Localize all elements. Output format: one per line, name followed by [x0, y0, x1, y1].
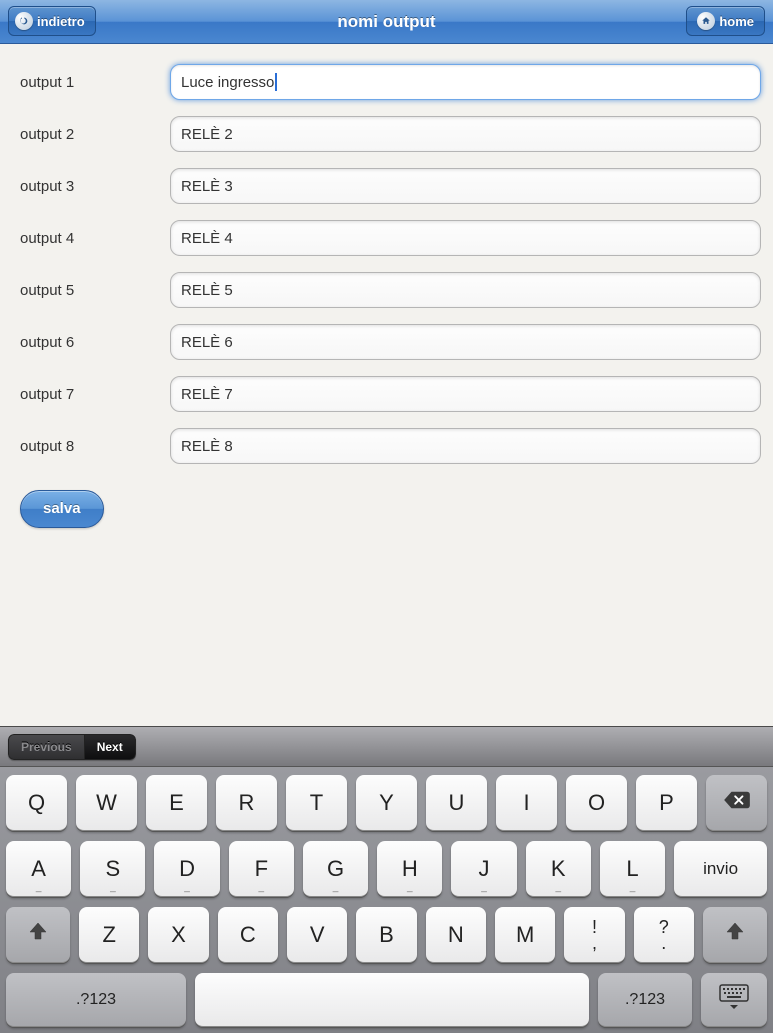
next-button[interactable]: Next [85, 734, 136, 760]
key-n[interactable]: N [426, 907, 486, 963]
backspace-icon [722, 789, 752, 817]
text-caret [275, 73, 277, 91]
save-button[interactable]: salva [20, 490, 104, 528]
key-b[interactable]: B [356, 907, 416, 963]
shift-icon [723, 920, 747, 950]
keyboard-area: Previous Next Q W E R T Y U I O P A_ S_ [0, 726, 773, 1033]
output-row-4: output 4 [10, 220, 763, 256]
output-row-3: output 3 [10, 168, 763, 204]
key-q[interactable]: Q [6, 775, 67, 831]
output-row-5: output 5 [10, 272, 763, 308]
output-label: output 7 [10, 386, 170, 403]
key-m[interactable]: M [495, 907, 555, 963]
output-row-6: output 6 [10, 324, 763, 360]
key-shift-right[interactable] [703, 907, 767, 963]
back-label: indietro [37, 14, 85, 29]
output-row-2: output 2 [10, 116, 763, 152]
back-button[interactable]: indietro [8, 6, 96, 36]
key-d[interactable]: D_ [154, 841, 219, 897]
output-input-6[interactable] [170, 324, 761, 360]
key-v[interactable]: V [287, 907, 347, 963]
key-x[interactable]: X [148, 907, 208, 963]
key-p[interactable]: P [636, 775, 697, 831]
previous-button[interactable]: Previous [8, 734, 85, 760]
output-input-1[interactable]: Luce ingresso [170, 64, 761, 100]
key-o[interactable]: O [566, 775, 627, 831]
hide-keyboard-icon [718, 983, 750, 1017]
keyboard-row-1: Q W E R T Y U I O P [6, 775, 767, 831]
key-u[interactable]: U [426, 775, 487, 831]
virtual-keyboard: Q W E R T Y U I O P A_ S_ D_ F_ G_ H_ J_… [0, 767, 773, 1033]
key-e[interactable]: E [146, 775, 207, 831]
keyboard-row-3: Z X C V B N M ! , ? . [6, 907, 767, 963]
output-label: output 8 [10, 438, 170, 455]
output-label: output 2 [10, 126, 170, 143]
output-label: output 5 [10, 282, 170, 299]
home-label: home [719, 14, 754, 29]
key-t[interactable]: T [286, 775, 347, 831]
output-label: output 3 [10, 178, 170, 195]
output-input-3[interactable] [170, 168, 761, 204]
output-input-4[interactable] [170, 220, 761, 256]
key-period[interactable]: ? . [634, 907, 694, 963]
key-w[interactable]: W [76, 775, 137, 831]
output-label: output 4 [10, 230, 170, 247]
key-hide-keyboard[interactable] [701, 973, 767, 1027]
key-g[interactable]: G_ [303, 841, 368, 897]
key-h[interactable]: H_ [377, 841, 442, 897]
key-numbers-right[interactable]: .?123 [598, 973, 692, 1027]
key-j[interactable]: J_ [451, 841, 516, 897]
keyboard-row-4: .?123 .?123 [6, 973, 767, 1027]
output-input-2[interactable] [170, 116, 761, 152]
output-input-7[interactable] [170, 376, 761, 412]
key-z[interactable]: Z [79, 907, 139, 963]
key-numbers-left[interactable]: .?123 [6, 973, 186, 1027]
key-y[interactable]: Y [356, 775, 417, 831]
page-title: nomi output [337, 12, 435, 32]
key-c[interactable]: C [218, 907, 278, 963]
output-label: output 1 [10, 74, 170, 91]
key-enter[interactable]: invio [674, 841, 767, 897]
navbar: indietro nomi output home [0, 0, 773, 44]
key-r[interactable]: R [216, 775, 277, 831]
home-icon [697, 12, 715, 30]
form-assistant-bar: Previous Next [0, 727, 773, 767]
key-s[interactable]: S_ [80, 841, 145, 897]
key-space[interactable] [195, 973, 589, 1027]
output-row-1: output 1 Luce ingresso [10, 64, 763, 100]
content-area: output 1 Luce ingresso output 2 output 3… [0, 44, 773, 726]
output-input-8[interactable] [170, 428, 761, 464]
keyboard-row-2: A_ S_ D_ F_ G_ H_ J_ K_ L_ invio [6, 841, 767, 897]
output-input-5[interactable] [170, 272, 761, 308]
output-row-7: output 7 [10, 376, 763, 412]
key-f[interactable]: F_ [229, 841, 294, 897]
output-label: output 6 [10, 334, 170, 351]
home-button[interactable]: home [686, 6, 765, 36]
key-a[interactable]: A_ [6, 841, 71, 897]
back-icon [15, 12, 33, 30]
key-k[interactable]: K_ [526, 841, 591, 897]
key-l[interactable]: L_ [600, 841, 665, 897]
key-backspace[interactable] [706, 775, 767, 831]
key-comma[interactable]: ! , [564, 907, 624, 963]
key-shift-left[interactable] [6, 907, 70, 963]
shift-icon [26, 920, 50, 950]
key-i[interactable]: I [496, 775, 557, 831]
prev-next-segment: Previous Next [8, 734, 136, 760]
output-row-8: output 8 [10, 428, 763, 464]
